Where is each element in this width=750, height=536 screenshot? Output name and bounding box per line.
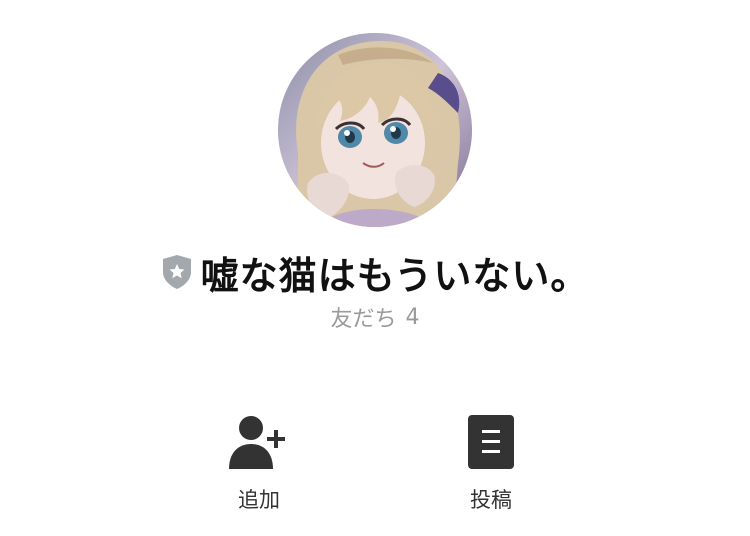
- profile-avatar[interactable]: [278, 33, 472, 227]
- avatar-portrait-image: [278, 33, 472, 227]
- profile-name: 嘘な猫はもういない。: [200, 253, 590, 298]
- post-icon: [459, 410, 523, 474]
- friends-count: 4: [405, 304, 420, 330]
- add-friend-icon: [227, 410, 291, 474]
- shield-star-icon: [161, 254, 193, 290]
- friends-label: 友だち: [330, 307, 397, 332]
- add-friend-button[interactable]: 追加: [199, 410, 319, 520]
- profile-name-row: 嘘な猫はもういない。: [0, 248, 750, 298]
- post-label: 投稿: [470, 488, 512, 512]
- add-friend-label: 追加: [238, 488, 280, 512]
- post-button[interactable]: 投稿: [431, 410, 551, 520]
- friends-count-row[interactable]: 友だち 4: [0, 302, 750, 333]
